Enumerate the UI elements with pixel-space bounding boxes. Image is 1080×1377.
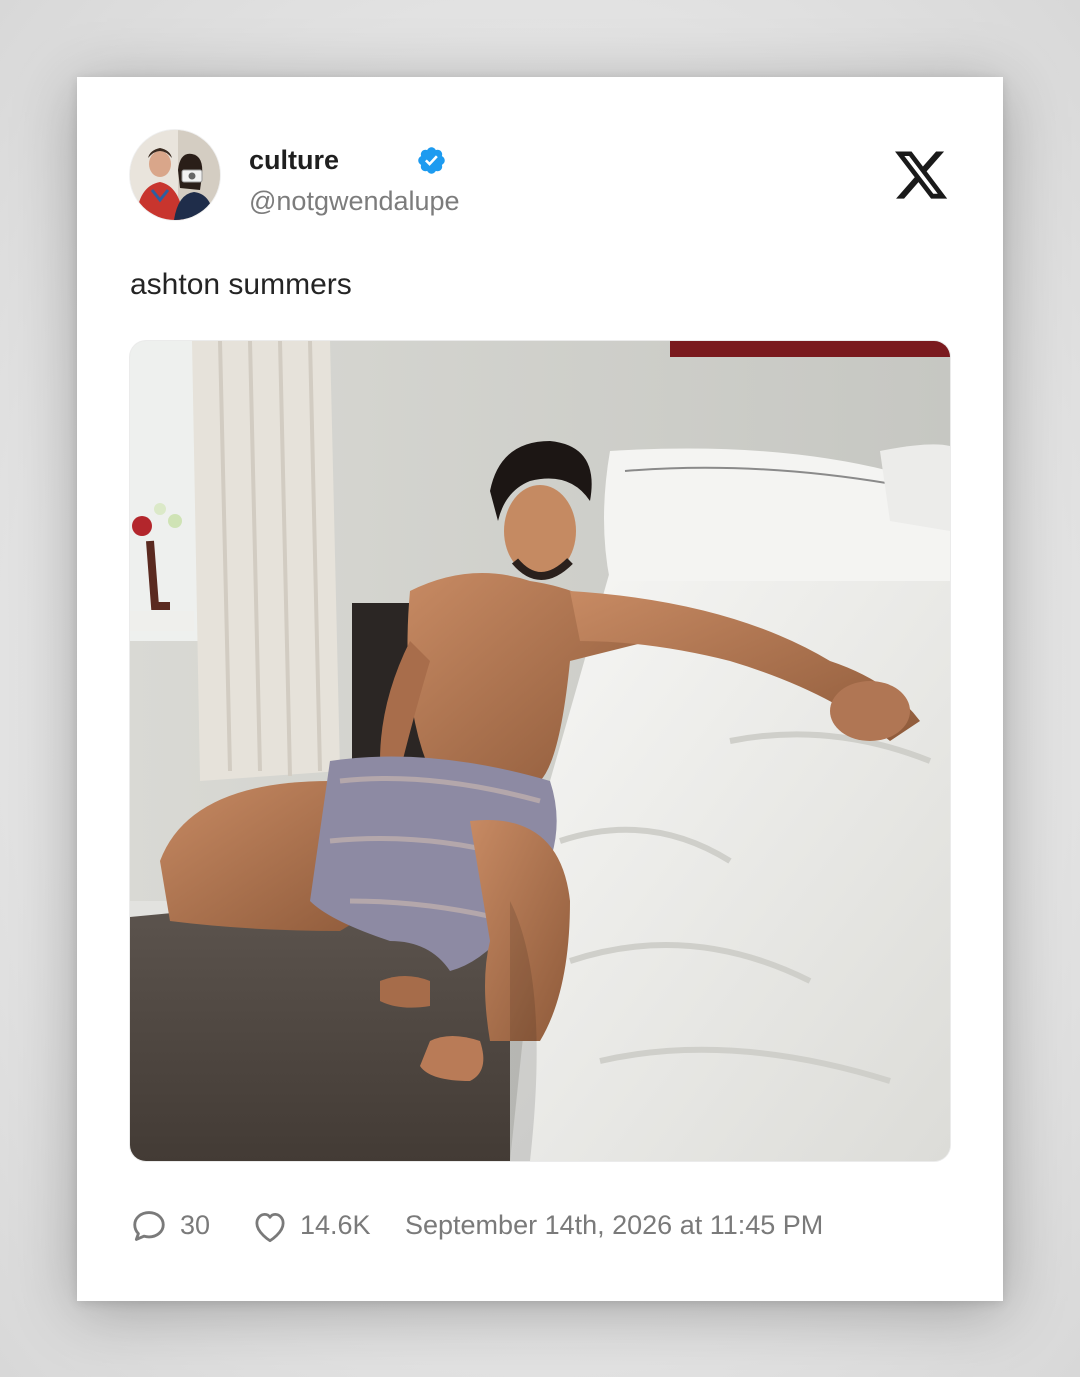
- comment-count: 30: [180, 1210, 211, 1240]
- user-handle[interactable]: @notgwendalupe: [249, 185, 460, 217]
- verified-badge-icon: [418, 147, 445, 174]
- tweet-footer: 30 14.6K September 14th, 2026 at 11:45 P…: [130, 1205, 950, 1245]
- tweet-text: ashton summers: [130, 268, 352, 301]
- display-name[interactable]: culture: [249, 144, 339, 176]
- avatar[interactable]: [130, 130, 220, 220]
- tweet-card: culture @notgwendalupe ashton summers 30…: [77, 77, 1003, 1301]
- tweet-media[interactable]: [130, 341, 950, 1161]
- avatar-image: [130, 130, 220, 220]
- tweet-header: culture @notgwendalupe: [130, 130, 950, 222]
- comment-icon[interactable]: [130, 1207, 168, 1245]
- tweet-timestamp[interactable]: September 14th, 2026 at 11:45 PM: [405, 1205, 823, 1245]
- heart-icon[interactable]: [251, 1209, 289, 1243]
- x-logo-icon[interactable]: [892, 144, 950, 206]
- like-count: 14.6K: [300, 1210, 371, 1240]
- media-image: [130, 341, 950, 1161]
